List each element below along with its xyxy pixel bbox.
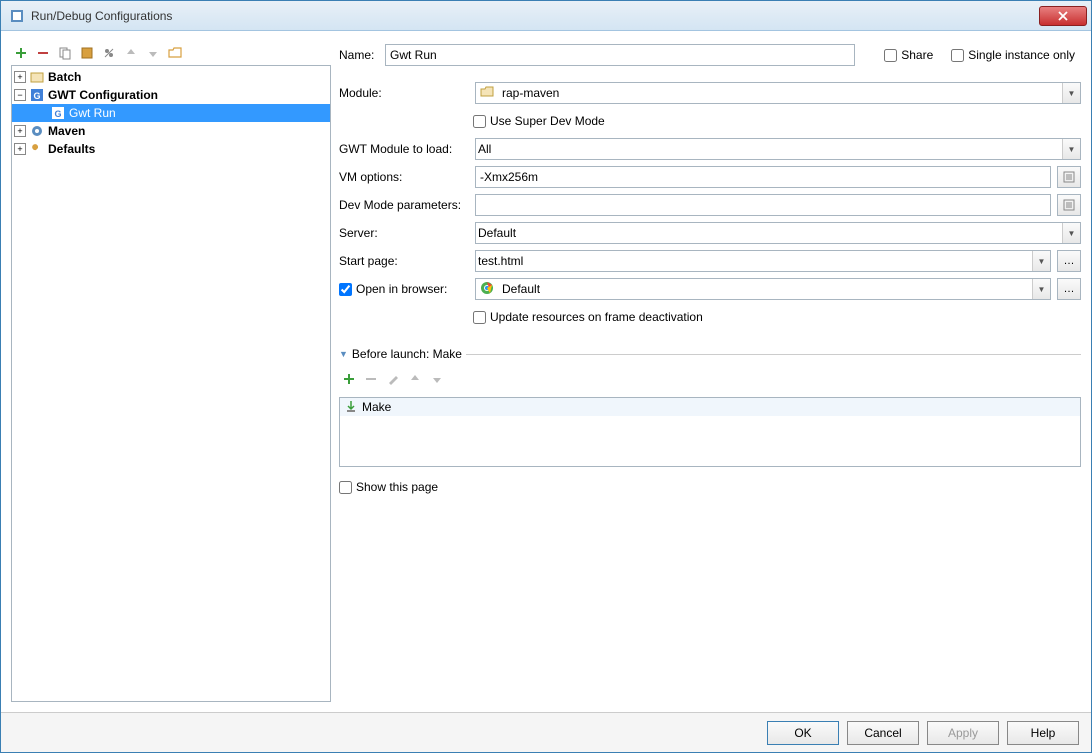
remove-config-button[interactable] xyxy=(33,43,53,63)
maven-icon xyxy=(29,123,45,139)
move-down-button[interactable] xyxy=(143,43,163,63)
tree-item-batch[interactable]: + Batch xyxy=(12,68,330,86)
add-config-button[interactable] xyxy=(11,43,31,63)
config-form: Name: Share Single instance only Module:… xyxy=(339,41,1081,702)
triangle-down-icon: ▼ xyxy=(339,349,348,359)
dialog-body: + Batch − G GWT Configuration G Gwt Run … xyxy=(1,31,1091,712)
show-page-checkbox[interactable]: Show this page xyxy=(339,480,438,494)
task-up-button[interactable] xyxy=(405,369,425,389)
single-instance-checkbox[interactable]: Single instance only xyxy=(951,48,1075,62)
dev-params-label: Dev Mode parameters: xyxy=(339,198,469,212)
config-tree[interactable]: + Batch − G GWT Configuration G Gwt Run … xyxy=(11,65,331,702)
module-select[interactable]: rap-maven ▼ xyxy=(475,82,1081,104)
list-item[interactable]: Make xyxy=(340,398,1080,416)
super-dev-checkbox[interactable]: Use Super Dev Mode xyxy=(473,114,605,128)
dev-params-input[interactable] xyxy=(475,194,1051,216)
cancel-button[interactable]: Cancel xyxy=(847,721,919,745)
batch-icon xyxy=(29,69,45,85)
remove-task-button[interactable] xyxy=(361,369,381,389)
expand-icon[interactable]: + xyxy=(14,143,26,155)
move-up-button[interactable] xyxy=(121,43,141,63)
dialog-footer: OK Cancel Apply Help xyxy=(1,712,1091,752)
left-panel: + Batch − G GWT Configuration G Gwt Run … xyxy=(11,41,331,702)
folder-button[interactable] xyxy=(165,43,185,63)
close-button[interactable] xyxy=(1039,6,1087,26)
copy-config-button[interactable] xyxy=(55,43,75,63)
titlebar: Run/Debug Configurations xyxy=(1,1,1091,31)
apply-button[interactable]: Apply xyxy=(927,721,999,745)
add-task-button[interactable] xyxy=(339,369,359,389)
browser-settings-button[interactable]: … xyxy=(1057,278,1081,300)
expand-icon[interactable]: + xyxy=(14,125,26,137)
gwt-module-select[interactable]: All ▼ xyxy=(475,138,1081,160)
vm-options-label: VM options: xyxy=(339,170,469,184)
browser-select[interactable]: Default ▼ xyxy=(475,278,1051,300)
chevron-down-icon: ▼ xyxy=(1062,83,1080,103)
folder-icon xyxy=(480,85,496,101)
expand-dev-params-button[interactable] xyxy=(1057,194,1081,216)
expand-icon[interactable]: + xyxy=(14,71,26,83)
name-input[interactable] xyxy=(385,44,855,66)
svg-text:G: G xyxy=(33,91,40,101)
tree-item-gwt-run[interactable]: G Gwt Run xyxy=(12,104,330,122)
start-page-label: Start page: xyxy=(339,254,469,268)
chevron-down-icon: ▼ xyxy=(1032,251,1050,271)
chevron-down-icon: ▼ xyxy=(1062,139,1080,159)
chevron-down-icon: ▼ xyxy=(1062,223,1080,243)
start-page-input[interactable]: test.html ▼ xyxy=(475,250,1051,272)
gwt-icon: G xyxy=(50,105,66,121)
server-select[interactable]: Default ▼ xyxy=(475,222,1081,244)
svg-text:G: G xyxy=(54,109,61,119)
tree-item-defaults[interactable]: + Defaults xyxy=(12,140,330,158)
module-label: Module: xyxy=(339,86,469,100)
edit-task-button[interactable] xyxy=(383,369,403,389)
app-icon xyxy=(9,8,25,24)
run-debug-dialog: Run/Debug Configurations + Batch xyxy=(0,0,1092,753)
help-button[interactable]: Help xyxy=(1007,721,1079,745)
collapse-icon[interactable]: − xyxy=(14,89,26,101)
tree-item-gwt-config[interactable]: − G GWT Configuration xyxy=(12,86,330,104)
server-label: Server: xyxy=(339,226,469,240)
dialog-title: Run/Debug Configurations xyxy=(31,9,1039,23)
share-checkbox[interactable]: Share xyxy=(884,48,933,62)
chevron-down-icon: ▼ xyxy=(1032,279,1050,299)
tree-toolbar xyxy=(11,41,331,65)
update-resources-checkbox[interactable]: Update resources on frame deactivation xyxy=(473,310,703,324)
gwt-module-label: GWT Module to load: xyxy=(339,142,469,156)
name-label: Name: xyxy=(339,48,379,62)
wrench-icon xyxy=(29,141,45,157)
open-browser-checkbox[interactable]: Open in browser: xyxy=(339,282,469,296)
ok-button[interactable]: OK xyxy=(767,721,839,745)
before-launch-list[interactable]: Make xyxy=(339,397,1081,467)
make-icon xyxy=(344,399,358,416)
before-launch-section[interactable]: ▼ Before launch: Make xyxy=(339,347,1081,361)
task-down-button[interactable] xyxy=(427,369,447,389)
expand-vm-button[interactable] xyxy=(1057,166,1081,188)
tree-item-maven[interactable]: + Maven xyxy=(12,122,330,140)
vm-options-input[interactable] xyxy=(475,166,1051,188)
browse-start-page-button[interactable]: … xyxy=(1057,250,1081,272)
before-launch-toolbar xyxy=(339,365,1081,393)
gwt-icon: G xyxy=(29,87,45,103)
chrome-icon xyxy=(480,281,496,297)
save-config-button[interactable] xyxy=(77,43,97,63)
edit-defaults-button[interactable] xyxy=(99,43,119,63)
